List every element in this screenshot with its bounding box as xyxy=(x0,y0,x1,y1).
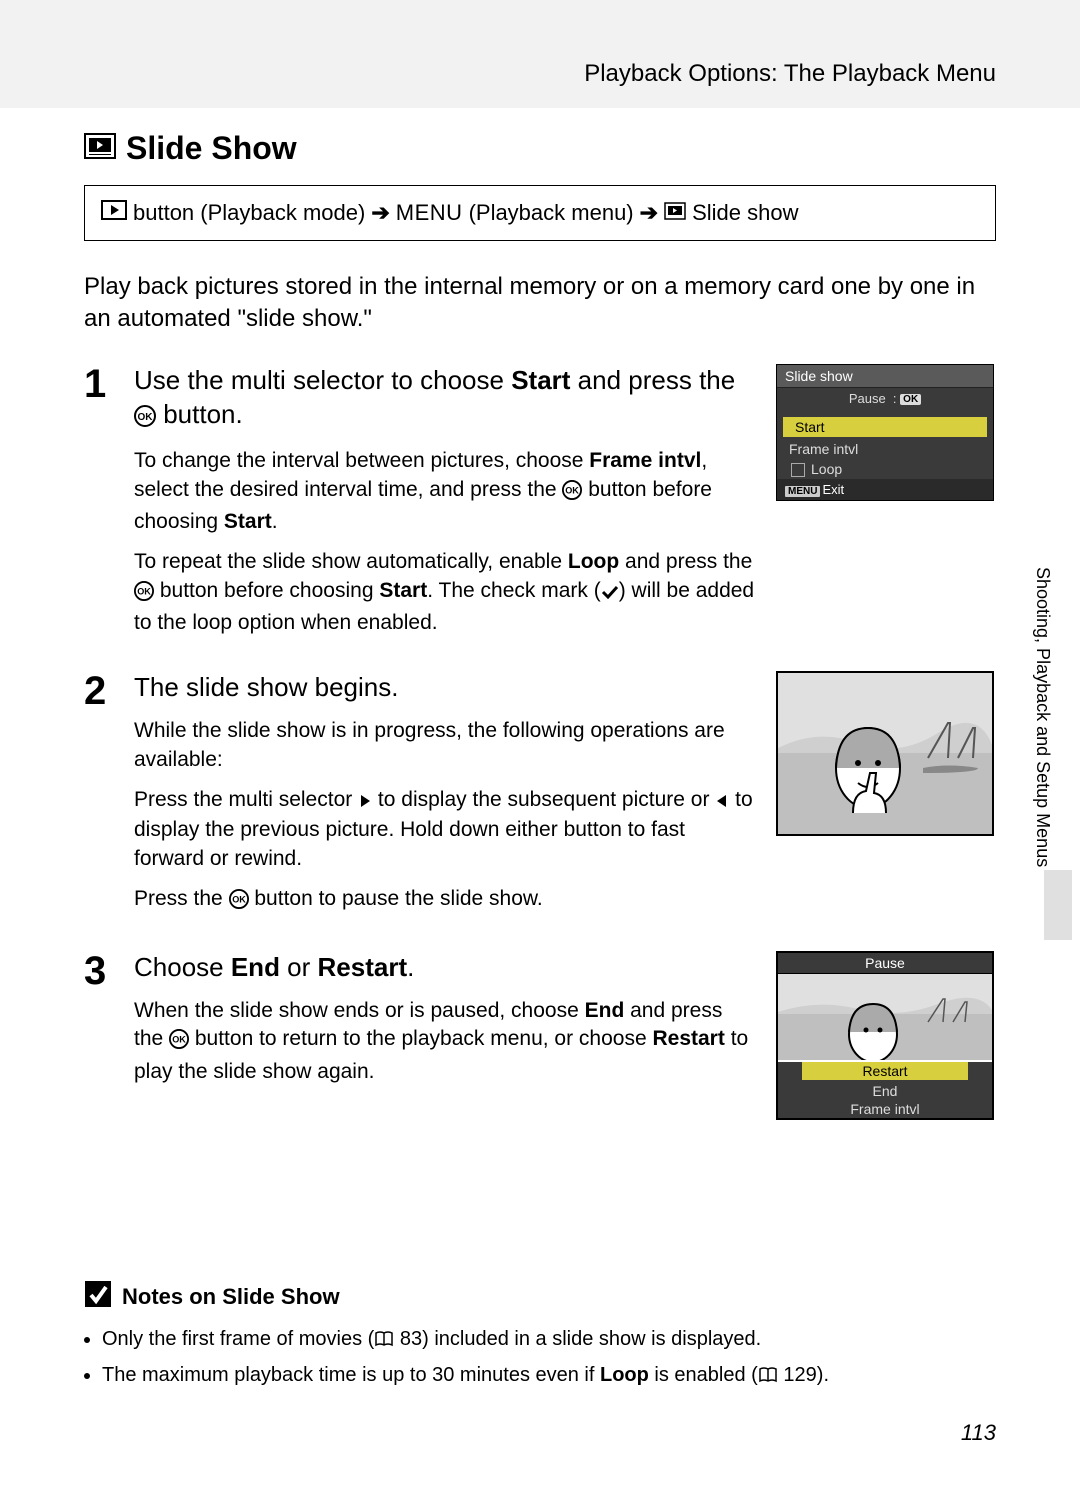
nav-path: button (Playback mode) ➔ MENU (Playback … xyxy=(84,185,996,241)
page-breadcrumb: Playback Options: The Playback Menu xyxy=(84,60,996,88)
nav-path-text-3: Slide show xyxy=(692,200,798,226)
checkmark-icon xyxy=(601,579,619,607)
step-paragraph: Press the multi selector to display the … xyxy=(134,786,756,873)
arrow-icon: ➔ xyxy=(640,200,658,226)
step-1: 1 Use the multi selector to choose Start… xyxy=(84,364,996,650)
intro-text: Play back pictures stored in the interna… xyxy=(84,271,996,336)
side-tab-marker xyxy=(1044,870,1072,940)
page-number: 113 xyxy=(961,1420,996,1446)
step-paragraph: When the slide show ends or is paused, c… xyxy=(134,997,756,1086)
svg-text:OK: OK xyxy=(138,412,154,423)
side-tab: Shooting, Playback and Setup Menus xyxy=(1030,555,1054,879)
svg-text:OK: OK xyxy=(137,586,151,596)
book-ref-icon xyxy=(758,1362,778,1392)
pause-opt-end: End xyxy=(778,1082,992,1100)
pause-title: Pause xyxy=(778,953,992,974)
pause-opt-frameintvl: Frame intvl xyxy=(778,1100,992,1118)
menu-word: MENU xyxy=(396,200,463,226)
step-heading: Choose End or Restart. xyxy=(134,951,756,985)
slideshow-header-icon xyxy=(84,130,116,167)
ok-button-icon: OK xyxy=(134,581,154,609)
step-heading: Use the multi selector to choose Start a… xyxy=(134,364,756,436)
svg-text:OK: OK xyxy=(172,1035,186,1045)
notes-section: Notes on Slide Show Only the first frame… xyxy=(84,1280,996,1396)
arrow-icon: ➔ xyxy=(371,200,389,226)
sample-photo-illustration xyxy=(776,671,994,836)
page-title-text: Slide Show xyxy=(126,130,297,167)
note-item: The maximum playback time is up to 30 mi… xyxy=(102,1360,996,1392)
step-number: 1 xyxy=(84,364,116,650)
right-triangle-icon xyxy=(358,788,372,816)
page-title: Slide Show xyxy=(84,130,996,167)
ok-button-icon: OK xyxy=(134,402,156,436)
cam-pause-row: Pause : OK xyxy=(777,388,993,409)
cam-item-frameintvl: Frame intvl xyxy=(777,439,993,459)
step-number: 3 xyxy=(84,951,116,1120)
playback-button-icon xyxy=(101,200,127,226)
step-number: 2 xyxy=(84,671,116,929)
note-item: Only the first frame of movies ( 83) inc… xyxy=(102,1324,996,1356)
caution-icon xyxy=(84,1280,112,1314)
cam-item-loop: Loop xyxy=(777,459,993,479)
left-triangle-icon xyxy=(715,788,729,816)
ok-button-icon: OK xyxy=(169,1029,189,1057)
camera-screen-slideshow: Slide show Pause : OK Start Frame intvl … xyxy=(776,364,994,501)
step-3: 3 Choose End or Restart. When the slide … xyxy=(84,951,996,1120)
step-paragraph: Press the OK button to pause the slide s… xyxy=(134,885,756,917)
cam-item-start: Start xyxy=(783,417,987,437)
slideshow-small-icon xyxy=(664,200,686,226)
ok-button-icon: OK xyxy=(229,889,249,917)
svg-text:OK: OK xyxy=(232,895,246,905)
step-2: 2 The slide show begins. While the slide… xyxy=(84,671,996,929)
step-paragraph: While the slide show is in progress, the… xyxy=(134,717,756,774)
nav-path-text-1: button (Playback mode) xyxy=(133,200,365,226)
notes-heading: Notes on Slide Show xyxy=(84,1280,996,1314)
cam-exit-row: MENUExit xyxy=(777,479,993,500)
nav-path-text-2: (Playback menu) xyxy=(469,200,634,226)
step-heading: The slide show begins. xyxy=(134,671,756,705)
book-ref-icon xyxy=(374,1326,394,1356)
cam-title: Slide show xyxy=(777,365,993,388)
ok-button-icon: OK xyxy=(562,480,582,508)
camera-screen-pause: Pause Restart End xyxy=(776,951,994,1120)
pause-opt-restart: Restart xyxy=(802,1062,968,1080)
svg-text:OK: OK xyxy=(566,485,580,495)
